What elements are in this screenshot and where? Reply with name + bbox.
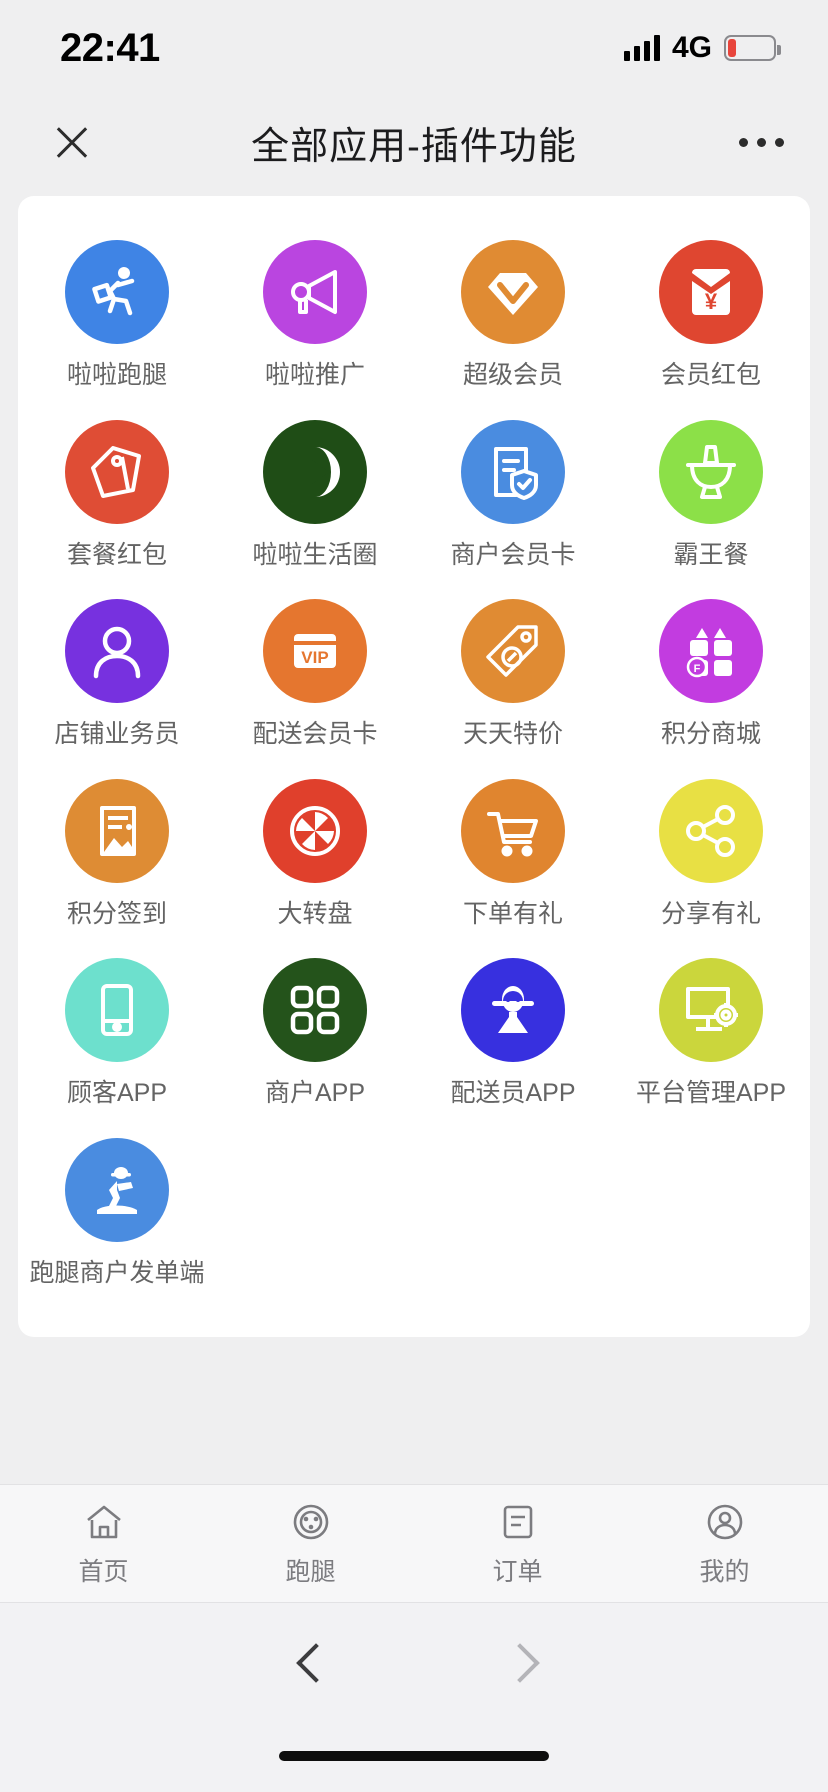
tab-label: 订单: [492, 1557, 543, 1586]
more-options-icon[interactable]: [728, 137, 784, 147]
home-icon: [86, 1505, 121, 1538]
close-icon[interactable]: [44, 114, 100, 170]
person-icon: [65, 599, 169, 703]
tab-errand[interactable]: 跑腿: [207, 1485, 414, 1602]
app-label: 配送会员卡: [252, 720, 378, 748]
tab-home[interactable]: 首页: [0, 1485, 207, 1602]
app-label: 霸王餐: [673, 540, 749, 569]
app-label: 商户会员卡: [450, 540, 576, 569]
app-label: 啦啦生活圈: [252, 540, 378, 569]
network-type-label: 4G: [671, 31, 712, 64]
app-label: 平台管理APP: [635, 1079, 787, 1107]
app-item-life-circle[interactable]: 啦啦生活圈: [216, 406, 414, 586]
svg-text:¥: ¥: [705, 289, 718, 314]
home-indicator[interactable]: [279, 1751, 549, 1761]
app-label: 啦啦推广: [264, 361, 365, 389]
app-label: 下单有礼: [462, 899, 563, 928]
bottom-tab-bar: 首页 跑腿 订单 我的: [0, 1484, 828, 1602]
app-label: 商户APP: [264, 1079, 366, 1107]
app-item-points-mall[interactable]: F 积分商城: [612, 585, 810, 765]
price-tag-icon: [65, 419, 169, 524]
discount-tag-icon: [461, 599, 565, 703]
shopping-cart-icon: [461, 778, 565, 883]
battery-low-icon: [724, 35, 781, 61]
smartphone-icon: [65, 958, 169, 1062]
app-grid-scroll-area[interactable]: 啦啦跑腿 啦啦推广 超级会员 ¥ 会员红包 套餐红包 啦啦生活圈 商户会员卡 霸…: [0, 188, 828, 1484]
app-grid-card: 啦啦跑腿 啦啦推广 超级会员 ¥ 会员红包 套餐红包 啦啦生活圈 商户会员卡 霸…: [18, 196, 810, 1337]
svg-text:F: F: [694, 663, 701, 675]
app-label: 积分商城: [660, 720, 761, 748]
app-grid: 啦啦跑腿 啦啦推广 超级会员 ¥ 会员红包 套餐红包 啦啦生活圈 商户会员卡 霸…: [18, 226, 810, 1303]
status-bar: 22:41 4G: [0, 0, 828, 96]
gift-box-icon: F: [659, 599, 763, 703]
app-item-share-gift[interactable]: 分享有礼: [612, 765, 810, 945]
app-label: 跑腿商户发单端: [29, 1258, 205, 1287]
red-envelope-icon: ¥: [659, 240, 763, 344]
app-item-combo-redpacket[interactable]: 套餐红包: [18, 406, 216, 586]
app-label: 天天特价: [462, 720, 563, 748]
app-item-points-checkin[interactable]: 积分签到: [18, 765, 216, 945]
app-label: 大转盘: [277, 899, 353, 928]
app-item-merchant-card[interactable]: 商户会员卡: [414, 406, 612, 586]
chevron-left-icon[interactable]: [290, 1640, 334, 1684]
page-header: 全部应用-插件功能: [0, 96, 828, 188]
app-item-order-gift[interactable]: 下单有礼: [414, 765, 612, 945]
app-item-runner-dispatch[interactable]: 跑腿商户发单端: [18, 1124, 216, 1304]
tab-profile[interactable]: 我的: [621, 1485, 828, 1602]
monitor-gear-icon: [659, 958, 763, 1062]
share-nodes-icon: [659, 778, 763, 883]
chevron-right-icon[interactable]: [494, 1640, 538, 1684]
app-item-delivery-vip-card[interactable]: VIP 配送会员卡: [216, 585, 414, 765]
tab-label: 我的: [699, 1557, 750, 1586]
app-item-store-agent[interactable]: 店铺业务员: [18, 585, 216, 765]
app-label: 会员红包: [660, 361, 761, 389]
spin-wheel-icon: [263, 778, 367, 883]
runner-dispatch-icon: [65, 1137, 169, 1242]
tab-label: 跑腿: [285, 1557, 336, 1586]
app-item-lala-paotui[interactable]: 啦啦跑腿: [18, 226, 216, 406]
app-item-lala-tuiguang[interactable]: 啦啦推广: [216, 226, 414, 406]
app-item-customer-app[interactable]: 顾客APP: [18, 944, 216, 1124]
app-item-free-meal[interactable]: 霸王餐: [612, 406, 810, 586]
app-item-super-member[interactable]: 超级会员: [414, 226, 612, 406]
status-indicators: 4G: [623, 31, 781, 65]
app-label: 积分签到: [66, 899, 167, 928]
app-label: 分享有礼: [660, 899, 761, 928]
app-item-spin-wheel[interactable]: 大转盘: [216, 765, 414, 945]
delivery-disc-icon: [293, 1504, 328, 1539]
grid-squares-icon: [263, 958, 367, 1062]
page-title: 全部应用-插件功能: [251, 125, 577, 168]
app-item-courier-app[interactable]: 配送员APP: [414, 944, 612, 1124]
app-label: 配送员APP: [450, 1079, 576, 1107]
app-item-daily-deal[interactable]: 天天特价: [414, 585, 612, 765]
app-label: 套餐红包: [66, 540, 167, 569]
home-indicator-area: [0, 1720, 828, 1792]
food-bowl-icon: [659, 419, 763, 524]
document-shield-icon: [461, 419, 565, 524]
browser-navigation-bar: [0, 1602, 828, 1720]
app-label: 店铺业务员: [54, 720, 180, 748]
app-item-merchant-app[interactable]: 商户APP: [216, 944, 414, 1124]
svg-text:VIP: VIP: [301, 648, 328, 667]
status-time: 22:41: [60, 25, 160, 70]
app-item-platform-admin-app[interactable]: 平台管理APP: [612, 944, 810, 1124]
profile-icon: [707, 1504, 742, 1539]
app-item-member-redpacket[interactable]: ¥ 会员红包: [612, 226, 810, 406]
app-screen: 22:41 4G 全部应用-插件功能 啦啦跑腿 啦啦推广 超级会员 ¥ 会员红包…: [0, 0, 828, 1792]
app-label: 啦啦跑腿: [66, 361, 167, 389]
app-label: 超级会员: [462, 361, 563, 389]
megaphone-icon: [263, 240, 367, 344]
order-list-icon: [503, 1505, 532, 1538]
points-checkin-icon: [65, 778, 169, 883]
runner-delivery-icon: [65, 240, 169, 344]
tab-label: 首页: [78, 1557, 129, 1586]
courier-person-icon: [461, 958, 565, 1062]
tab-orders[interactable]: 订单: [414, 1485, 621, 1602]
life-circle-icon: [263, 419, 367, 524]
diamond-vip-icon: [461, 240, 565, 344]
app-label: 顾客APP: [66, 1079, 168, 1107]
vip-card-icon: VIP: [263, 599, 367, 703]
signal-bars-icon: [623, 35, 660, 61]
